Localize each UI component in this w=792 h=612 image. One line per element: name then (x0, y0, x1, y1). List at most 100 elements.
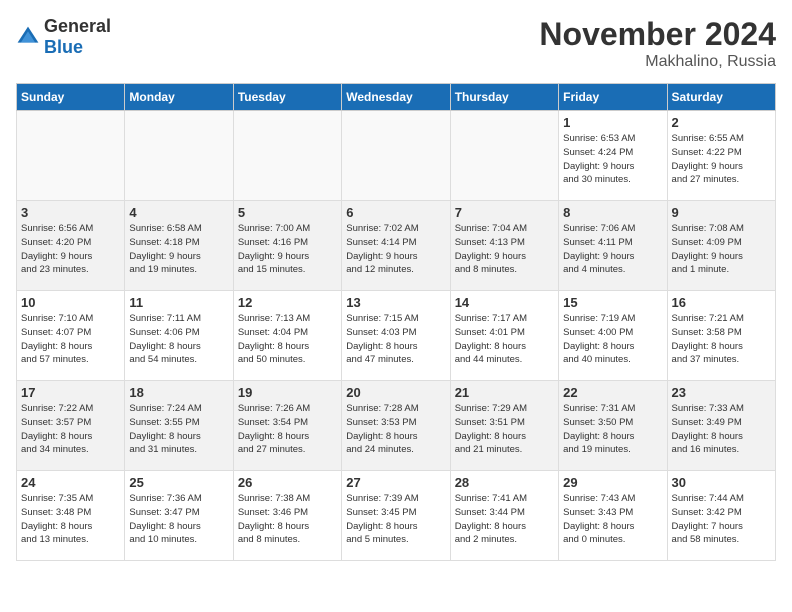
day-number: 17 (21, 385, 120, 400)
day-info: Sunrise: 7:17 AMSunset: 4:01 PMDaylight:… (455, 312, 554, 367)
day-info: Sunrise: 7:04 AMSunset: 4:13 PMDaylight:… (455, 222, 554, 277)
day-number: 26 (238, 475, 337, 490)
day-info: Sunrise: 7:43 AMSunset: 3:43 PMDaylight:… (563, 492, 662, 547)
day-number: 6 (346, 205, 445, 220)
day-number: 5 (238, 205, 337, 220)
calendar-cell: 21 Sunrise: 7:29 AMSunset: 3:51 PMDayligh… (450, 381, 558, 471)
calendar-cell: 27Sunrise: 7:39 AMSunset: 3:45 PMDayligh… (342, 471, 450, 561)
day-number: 8 (563, 205, 662, 220)
day-info: Sunrise: 6:53 AMSunset: 4:24 PMDaylight:… (563, 132, 662, 187)
calendar-cell: 17 Sunrise: 7:22 AMSunset: 3:57 PMDayligh… (17, 381, 125, 471)
day-info: Sunrise: 7:44 AMSunset: 3:42 PMDaylight:… (672, 492, 771, 547)
calendar-cell (233, 111, 341, 201)
day-number: 9 (672, 205, 771, 220)
calendar-cell: 18 Sunrise: 7:24 AMSunset: 3:55 PMDayligh… (125, 381, 233, 471)
day-number: 3 (21, 205, 120, 220)
day-number: 23 (672, 385, 771, 400)
calendar-cell: 3Sunrise: 6:56 AMSunset: 4:20 PMDaylight… (17, 201, 125, 291)
day-number: 18 (129, 385, 228, 400)
day-info: Sunrise: 7:38 AMSunset: 3:46 PMDaylight:… (238, 492, 337, 547)
header-wednesday: Wednesday (342, 84, 450, 111)
calendar-cell: 4Sunrise: 6:58 AMSunset: 4:18 PMDaylight… (125, 201, 233, 291)
logo-icon (16, 25, 40, 49)
day-number: 19 (238, 385, 337, 400)
day-info: Sunrise: 7:22 AMSunset: 3:57 PMDaylight:… (21, 402, 120, 457)
day-info: Sunrise: 7:24 AMSunset: 3:55 PMDaylight:… (129, 402, 228, 457)
calendar-cell: 15 Sunrise: 7:19 AMSunset: 4:00 PMDayligh… (559, 291, 667, 381)
day-number: 7 (455, 205, 554, 220)
day-info: Sunrise: 7:28 AMSunset: 3:53 PMDaylight:… (346, 402, 445, 457)
day-info: Sunrise: 7:10 AMSunset: 4:07 PMDaylight:… (21, 312, 120, 367)
calendar-cell: 13 Sunrise: 7:15 AMSunset: 4:03 PMDayligh… (342, 291, 450, 381)
day-info: Sunrise: 7:21 AMSunset: 3:58 PMDaylight:… (672, 312, 771, 367)
day-info: Sunrise: 7:08 AMSunset: 4:09 PMDaylight:… (672, 222, 771, 277)
logo-general: General (44, 16, 111, 36)
week-row-4: 24 Sunrise: 7:35 AMSunset: 3:48 PMDayligh… (17, 471, 776, 561)
calendar-cell: 11 Sunrise: 7:11 AMSunset: 4:06 PMDayligh… (125, 291, 233, 381)
day-info: Sunrise: 7:02 AMSunset: 4:14 PMDaylight:… (346, 222, 445, 277)
month-title: November 2024 (539, 16, 776, 53)
header-friday: Friday (559, 84, 667, 111)
day-number: 1 (563, 115, 662, 130)
day-number: 30 (672, 475, 771, 490)
day-info: Sunrise: 7:19 AMSunset: 4:00 PMDaylight:… (563, 312, 662, 367)
week-row-2: 10 Sunrise: 7:10 AMSunset: 4:07 PMDayligh… (17, 291, 776, 381)
day-info: Sunrise: 7:36 AMSunset: 3:47 PMDaylight:… (129, 492, 228, 547)
day-info: Sunrise: 7:11 AMSunset: 4:06 PMDaylight:… (129, 312, 228, 367)
calendar-cell: 30 Sunrise: 7:44 AMSunset: 3:42 PMDayligh… (667, 471, 775, 561)
calendar-cell: 9 Sunrise: 7:08 AMSunset: 4:09 PMDaylight… (667, 201, 775, 291)
calendar-cell: 2 Sunrise: 6:55 AMSunset: 4:22 PMDaylight… (667, 111, 775, 201)
calendar-table: SundayMondayTuesdayWednesdayThursdayFrid… (16, 83, 776, 561)
day-number: 4 (129, 205, 228, 220)
calendar-cell (17, 111, 125, 201)
week-row-0: 1 Sunrise: 6:53 AMSunset: 4:24 PMDaylight… (17, 111, 776, 201)
day-info: Sunrise: 7:13 AMSunset: 4:04 PMDaylight:… (238, 312, 337, 367)
calendar-cell: 26 Sunrise: 7:38 AMSunset: 3:46 PMDayligh… (233, 471, 341, 561)
day-info: Sunrise: 7:31 AMSunset: 3:50 PMDaylight:… (563, 402, 662, 457)
day-number: 20 (346, 385, 445, 400)
day-info: Sunrise: 7:06 AMSunset: 4:11 PMDaylight:… (563, 222, 662, 277)
location-title: Makhalino, Russia (539, 53, 776, 71)
day-number: 21 (455, 385, 554, 400)
day-number: 28 (455, 475, 554, 490)
calendar-cell: 29 Sunrise: 7:43 AMSunset: 3:43 PMDayligh… (559, 471, 667, 561)
day-number: 12 (238, 295, 337, 310)
day-number: 11 (129, 295, 228, 310)
calendar-cell: 6 Sunrise: 7:02 AMSunset: 4:14 PMDaylight… (342, 201, 450, 291)
day-number: 24 (21, 475, 120, 490)
day-number: 15 (563, 295, 662, 310)
day-info: Sunrise: 7:35 AMSunset: 3:48 PMDaylight:… (21, 492, 120, 547)
day-info: Sunrise: 7:41 AMSunset: 3:44 PMDaylight:… (455, 492, 554, 547)
week-row-3: 17 Sunrise: 7:22 AMSunset: 3:57 PMDayligh… (17, 381, 776, 471)
day-info: Sunrise: 7:15 AMSunset: 4:03 PMDaylight:… (346, 312, 445, 367)
calendar-cell: 8 Sunrise: 7:06 AMSunset: 4:11 PMDaylight… (559, 201, 667, 291)
calendar-cell: 22 Sunrise: 7:31 AMSunset: 3:50 PMDayligh… (559, 381, 667, 471)
calendar-cell: 20 Sunrise: 7:28 AMSunset: 3:53 PMDayligh… (342, 381, 450, 471)
calendar-cell (125, 111, 233, 201)
calendar-cell: 5 Sunrise: 7:00 AMSunset: 4:16 PMDaylight… (233, 201, 341, 291)
day-number: 27 (346, 475, 445, 490)
calendar-cell: 16Sunrise: 7:21 AMSunset: 3:58 PMDayligh… (667, 291, 775, 381)
calendar-cell: 25Sunrise: 7:36 AMSunset: 3:47 PMDayligh… (125, 471, 233, 561)
logo: General Blue (16, 16, 111, 58)
logo-blue: Blue (44, 37, 83, 57)
calendar-cell: 14 Sunrise: 7:17 AMSunset: 4:01 PMDayligh… (450, 291, 558, 381)
calendar-header-row: SundayMondayTuesdayWednesdayThursdayFrid… (17, 84, 776, 111)
calendar-cell: 1 Sunrise: 6:53 AMSunset: 4:24 PMDaylight… (559, 111, 667, 201)
day-number: 13 (346, 295, 445, 310)
day-info: Sunrise: 6:55 AMSunset: 4:22 PMDaylight:… (672, 132, 771, 187)
day-number: 10 (21, 295, 120, 310)
calendar-cell (342, 111, 450, 201)
header-tuesday: Tuesday (233, 84, 341, 111)
day-number: 2 (672, 115, 771, 130)
day-number: 29 (563, 475, 662, 490)
day-number: 22 (563, 385, 662, 400)
day-info: Sunrise: 7:29 AMSunset: 3:51 PMDaylight:… (455, 402, 554, 457)
calendar-cell: 10 Sunrise: 7:10 AMSunset: 4:07 PMDayligh… (17, 291, 125, 381)
day-info: Sunrise: 7:26 AMSunset: 3:54 PMDaylight:… (238, 402, 337, 457)
day-number: 14 (455, 295, 554, 310)
calendar-cell: 12 Sunrise: 7:13 AMSunset: 4:04 PMDayligh… (233, 291, 341, 381)
day-info: Sunrise: 7:00 AMSunset: 4:16 PMDaylight:… (238, 222, 337, 277)
header-sunday: Sunday (17, 84, 125, 111)
header-monday: Monday (125, 84, 233, 111)
